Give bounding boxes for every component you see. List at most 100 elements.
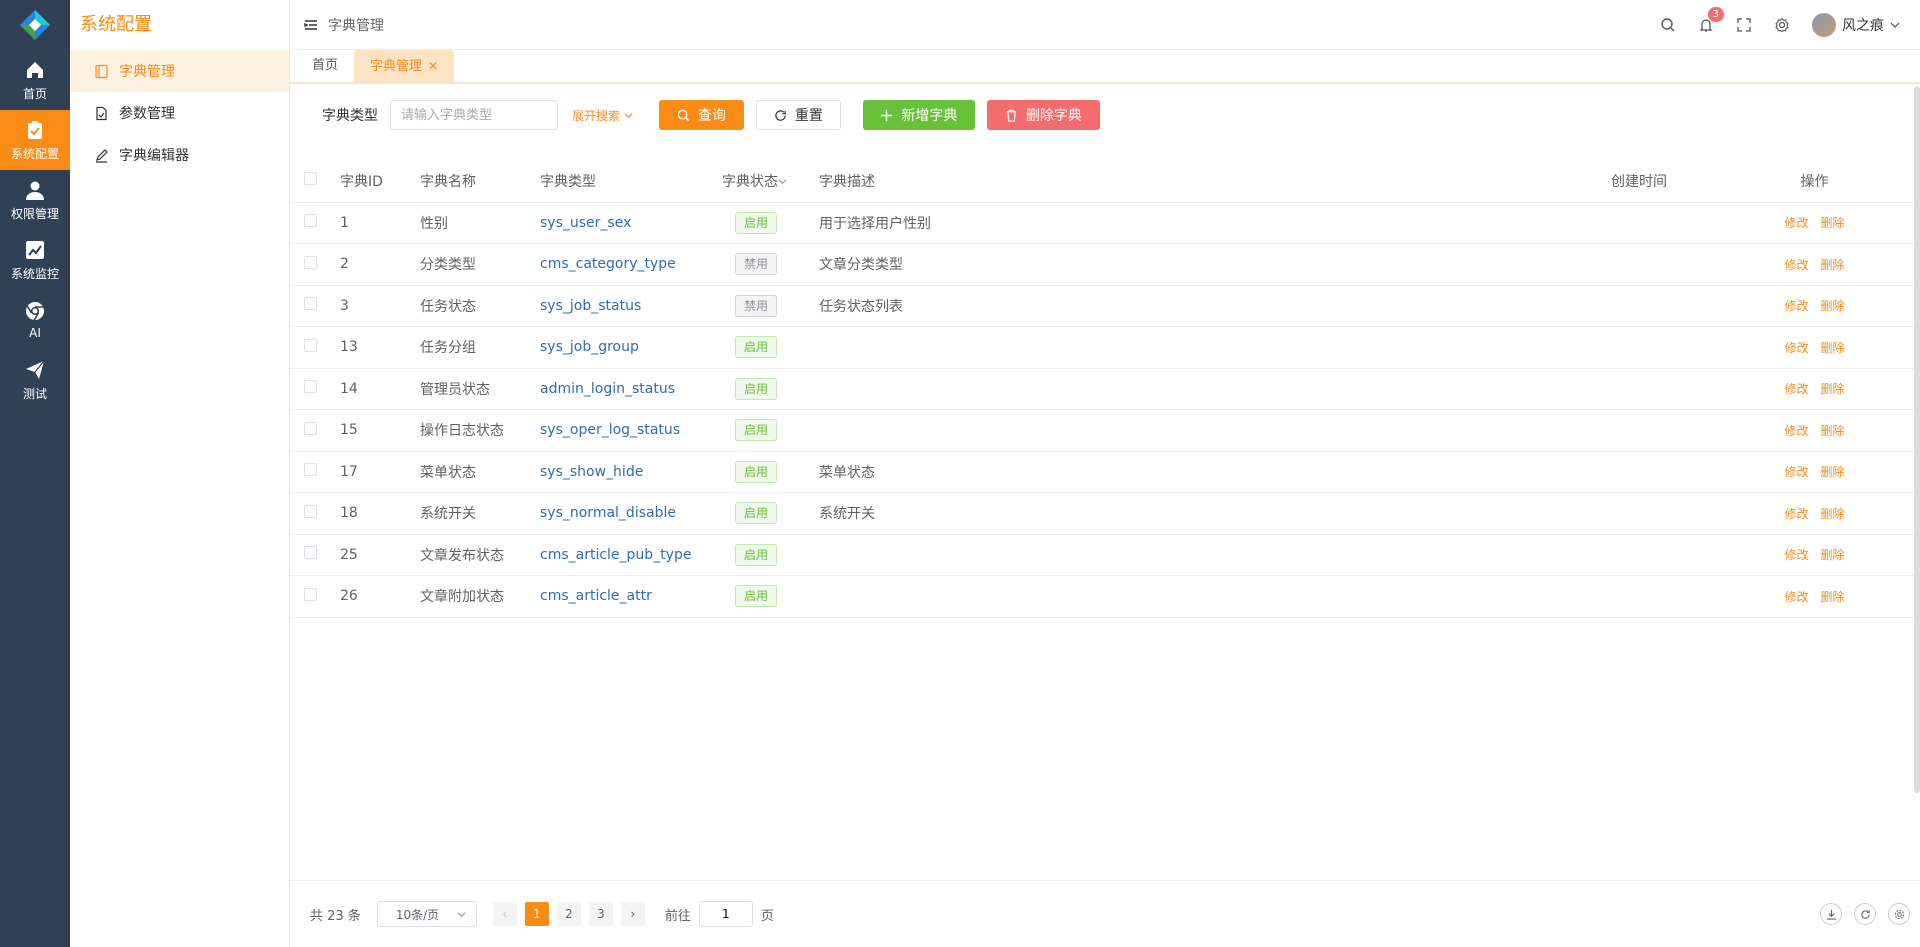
top-bar: 字典管理 3 风之痕 bbox=[290, 0, 1920, 50]
select-all-checkbox[interactable] bbox=[304, 172, 317, 186]
row-checkbox[interactable] bbox=[304, 338, 317, 352]
download-icon[interactable] bbox=[1820, 903, 1842, 925]
row-checkbox[interactable] bbox=[304, 463, 317, 477]
edit-button[interactable]: 修改 bbox=[1784, 548, 1808, 562]
row-checkbox[interactable] bbox=[304, 255, 317, 269]
cell-state: 启用 bbox=[722, 575, 819, 618]
page-button[interactable]: 3 bbox=[588, 902, 613, 926]
rail-item-4[interactable]: AI bbox=[0, 290, 70, 350]
row-checkbox[interactable] bbox=[304, 297, 317, 311]
delete-button[interactable]: 删除 bbox=[1821, 548, 1845, 562]
gear-icon[interactable] bbox=[1774, 17, 1790, 33]
row-select-cell bbox=[290, 243, 340, 286]
secondary-menu: 系统配置 字典管理 参数管理 字典编辑器 bbox=[70, 0, 290, 947]
cell-op: 修改 删除 bbox=[1709, 326, 1920, 369]
edit-button[interactable]: 修改 bbox=[1784, 341, 1808, 355]
prev-page-button[interactable]: ‹ bbox=[492, 902, 517, 926]
tab-dict-manage[interactable]: 字典管理 ✕ bbox=[354, 50, 455, 82]
edit-button[interactable]: 修改 bbox=[1784, 216, 1808, 230]
rail-item-2[interactable]: 权限管理 bbox=[0, 170, 70, 230]
dict-type-link[interactable]: admin_login_status bbox=[540, 381, 675, 397]
rail-item-label: 测试 bbox=[22, 386, 47, 401]
row-checkbox[interactable] bbox=[304, 504, 317, 518]
delete-button[interactable]: 删除 bbox=[1821, 299, 1845, 313]
rail-item-1[interactable]: 系统配置 bbox=[0, 110, 70, 170]
rail-item-0[interactable]: 首页 bbox=[0, 50, 70, 110]
add-dict-button[interactable]: 新增字典 bbox=[862, 100, 975, 130]
refresh-icon[interactable] bbox=[1854, 903, 1876, 925]
status-badge: 启用 bbox=[735, 585, 778, 608]
page-button[interactable]: 1 bbox=[524, 902, 549, 926]
cell-time bbox=[1569, 534, 1709, 576]
bell-icon[interactable]: 3 bbox=[1698, 7, 1724, 33]
cell-desc bbox=[819, 409, 1569, 452]
dict-type-link[interactable]: cms_article_attr bbox=[540, 588, 652, 604]
status-badge: 禁用 bbox=[735, 294, 778, 317]
cell-type: admin_login_status bbox=[540, 368, 722, 410]
rail-item-3[interactable]: 系统监控 bbox=[0, 230, 70, 290]
edit-button[interactable]: 修改 bbox=[1784, 507, 1808, 521]
edit-button[interactable]: 修改 bbox=[1784, 299, 1808, 313]
delete-button[interactable]: 删除 bbox=[1821, 258, 1845, 272]
cell-op: 修改 删除 bbox=[1709, 409, 1920, 452]
delete-button[interactable]: 删除 bbox=[1821, 590, 1845, 604]
fullscreen-icon[interactable] bbox=[1736, 17, 1752, 33]
dict-type-link[interactable]: sys_job_group bbox=[540, 339, 639, 355]
search-icon[interactable] bbox=[1660, 17, 1676, 33]
query-button[interactable]: 查询 bbox=[658, 100, 744, 130]
chart-line-icon bbox=[26, 240, 44, 259]
row-checkbox[interactable] bbox=[304, 214, 317, 228]
gear-icon[interactable] bbox=[1888, 903, 1910, 925]
dict-type-link[interactable]: cms_category_type bbox=[540, 256, 676, 272]
pagination: 共 23 条 10条/页 ‹ 123 › 前往 页 bbox=[310, 901, 774, 927]
edit-button[interactable]: 修改 bbox=[1784, 424, 1808, 438]
delete-dict-button[interactable]: 删除字典 bbox=[986, 100, 1100, 130]
tab-home[interactable]: 首页 bbox=[296, 50, 354, 82]
rail-item-5[interactable]: 测试 bbox=[0, 350, 70, 410]
submenu-item-0[interactable]: 字典管理 bbox=[70, 50, 289, 92]
next-page-button[interactable]: › bbox=[620, 902, 645, 926]
submenu-item-label: 字典编辑器 bbox=[119, 148, 189, 164]
row-checkbox[interactable] bbox=[304, 421, 317, 435]
menu-toggle-icon[interactable] bbox=[304, 18, 318, 32]
edit-button[interactable]: 修改 bbox=[1784, 382, 1808, 396]
row-checkbox[interactable] bbox=[304, 380, 317, 394]
expand-search-label: 展开搜索 bbox=[572, 108, 621, 123]
header-state[interactable]: 字典状态 bbox=[722, 160, 819, 203]
reset-button[interactable]: 重置 bbox=[755, 100, 841, 130]
dict-type-link[interactable]: sys_job_status bbox=[540, 298, 641, 314]
delete-button[interactable]: 删除 bbox=[1821, 507, 1845, 521]
delete-button[interactable]: 删除 bbox=[1821, 216, 1845, 230]
submenu-item-1[interactable]: 参数管理 bbox=[70, 92, 289, 134]
edit-button[interactable]: 修改 bbox=[1784, 258, 1808, 272]
edit-button[interactable]: 修改 bbox=[1784, 590, 1808, 604]
vertical-scrollbar[interactable] bbox=[1914, 86, 1920, 793]
cell-type: sys_job_group bbox=[540, 326, 722, 369]
row-checkbox[interactable] bbox=[304, 546, 317, 560]
edit-button[interactable]: 修改 bbox=[1784, 465, 1808, 479]
close-icon[interactable]: ✕ bbox=[428, 59, 438, 73]
dict-type-link[interactable]: sys_user_sex bbox=[540, 215, 631, 231]
delete-button[interactable]: 删除 bbox=[1821, 424, 1845, 438]
goto-page-input[interactable] bbox=[698, 901, 753, 927]
dict-type-input[interactable] bbox=[390, 100, 558, 130]
page-button[interactable]: 2 bbox=[556, 902, 581, 926]
dict-type-label: 字典类型 bbox=[322, 108, 378, 124]
submenu-item-2[interactable]: 字典编辑器 bbox=[70, 134, 289, 176]
delete-button[interactable]: 删除 bbox=[1821, 382, 1845, 396]
delete-button[interactable]: 删除 bbox=[1821, 341, 1845, 355]
status-badge: 启用 bbox=[735, 336, 778, 359]
dict-type-link[interactable]: sys_show_hide bbox=[540, 464, 643, 480]
user-menu[interactable]: 风之痕 bbox=[1812, 13, 1900, 37]
cell-type: sys_show_hide bbox=[540, 451, 722, 493]
table-footer: 共 23 条 10条/页 ‹ 123 › 前往 页 bbox=[290, 880, 1920, 947]
row-checkbox[interactable] bbox=[304, 587, 317, 601]
status-badge: 启用 bbox=[735, 211, 778, 234]
app-logo[interactable] bbox=[0, 0, 70, 50]
delete-button[interactable]: 删除 bbox=[1821, 465, 1845, 479]
expand-search-link[interactable]: 展开搜索 bbox=[572, 107, 633, 124]
dict-type-link[interactable]: sys_normal_disable bbox=[540, 505, 676, 521]
page-size-select[interactable]: 10条/页 bbox=[376, 901, 477, 927]
dict-type-link[interactable]: sys_oper_log_status bbox=[540, 422, 680, 438]
dict-type-link[interactable]: cms_article_pub_type bbox=[540, 547, 691, 563]
